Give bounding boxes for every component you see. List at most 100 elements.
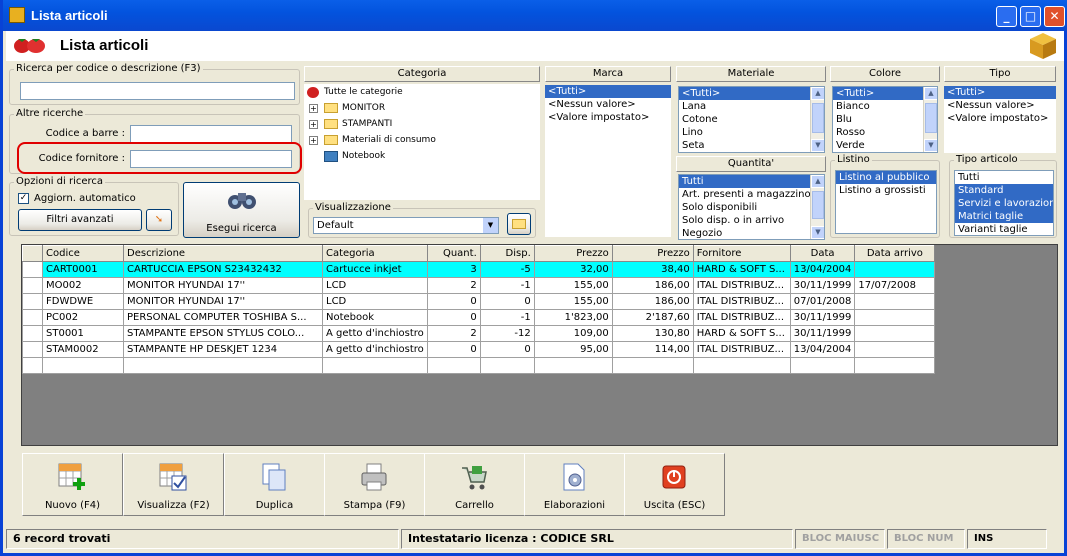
list-item[interactable]: Seta	[679, 139, 824, 152]
cell: ITAL DISTRIBUZ...	[692, 341, 791, 358]
scrollbar[interactable]: ▲ ▼	[810, 175, 824, 239]
list-item[interactable]: Cotone	[679, 113, 824, 126]
list-item[interactable]: Matrici taglie	[955, 210, 1053, 223]
view-button[interactable]: Visualizza (F2)	[123, 453, 224, 516]
list-item[interactable]: Varianti taglie	[955, 223, 1053, 235]
column-header[interactable]: Data	[789, 245, 856, 262]
cell: 0	[426, 309, 481, 326]
tree-item-all[interactable]: Tutte le categorie	[304, 84, 540, 100]
processing-button[interactable]: Elaborazioni	[524, 453, 625, 516]
chevron-down-icon[interactable]: ▼	[483, 218, 498, 233]
tree-item-monitor[interactable]: + MONITOR	[304, 100, 540, 116]
list-item[interactable]: Solo disponibili	[679, 201, 824, 214]
list-item[interactable]: Art. presenti a magazzino	[679, 188, 824, 201]
row-indicator[interactable]	[22, 341, 43, 358]
table-row[interactable]: MO002 MONITOR HYUNDAI 17'' LCD 2 -1 155,00 186…	[22, 277, 936, 294]
column-header[interactable]: Prezzo	[533, 245, 613, 262]
list-item[interactable]: <Nessun valore>	[944, 99, 1056, 112]
minimize-button[interactable]: _	[996, 6, 1017, 27]
row-indicator[interactable]	[22, 325, 43, 342]
list-item[interactable]: <Tutti>	[833, 87, 937, 100]
list-item[interactable]: Solo disp. o in arrivo	[679, 214, 824, 227]
cart-button[interactable]: Carrello	[424, 453, 525, 516]
maximize-button[interactable]: □	[1020, 6, 1041, 27]
list-item[interactable]: <Valore impostato>	[545, 111, 671, 124]
cell	[854, 325, 936, 342]
column-header[interactable]: Descrizione	[123, 245, 323, 262]
open-folder-button[interactable]	[507, 213, 531, 235]
cell: 3	[426, 261, 481, 278]
article-type-list[interactable]: Tutti Standard Servizi e lavorazioni Mat…	[954, 170, 1054, 236]
search-options-group: Opzioni di ricerca ✓ Aggiorn. automatico…	[9, 176, 179, 236]
articles-grid[interactable]: Codice Descrizione Categoria Quant. Disp…	[21, 244, 1058, 446]
list-item[interactable]: Servizi e lavorazioni	[955, 197, 1053, 210]
row-indicator[interactable]	[22, 293, 43, 310]
view-button-label: Visualizza (F2)	[137, 500, 210, 511]
table-row[interactable]: ST0001 STAMPANTE EPSON STYLUS COLO... A ge…	[22, 325, 936, 342]
column-header[interactable]: Prezzo	[611, 245, 694, 262]
table-row[interactable]: PC002 PERSONAL COMPUTER TOSHIBA S... Noteb…	[22, 309, 936, 326]
list-item[interactable]: <Nessun valore>	[545, 98, 671, 111]
list-item[interactable]: Blu	[833, 113, 937, 126]
list-item[interactable]: Bianco	[833, 100, 937, 113]
column-header[interactable]: Quant.	[426, 245, 481, 262]
quantity-list[interactable]: Tutti Art. presenti a magazzino Solo dis…	[678, 174, 825, 240]
row-indicator[interactable]	[22, 261, 43, 278]
price-list-legend: Listino	[835, 154, 872, 165]
view-select[interactable]: Default ▼	[313, 217, 499, 234]
color-header: Colore	[830, 66, 940, 82]
list-item[interactable]: Lana	[679, 100, 824, 113]
close-button[interactable]: ✕	[1044, 6, 1065, 27]
row-indicator[interactable]	[22, 309, 43, 326]
barcode-input[interactable]	[130, 125, 292, 143]
scrollbar[interactable]: ▲ ▼	[810, 87, 824, 152]
price-list[interactable]: Listino al pubblico Listino a grossisti	[835, 170, 937, 234]
tree-item-consumo[interactable]: + Materiali di consumo	[304, 132, 540, 148]
advanced-filters-button[interactable]: Filtri avanzati	[18, 209, 142, 231]
expand-icon[interactable]: +	[309, 120, 318, 129]
table-row[interactable]: CART0001 CARTUCCIA EPSON S23432432 Cartucc…	[22, 261, 936, 278]
list-item[interactable]: Standard	[955, 184, 1053, 197]
list-item[interactable]: Tutti	[955, 171, 1053, 184]
list-item[interactable]: Listino al pubblico	[836, 171, 936, 184]
table-row-empty[interactable]	[22, 357, 936, 374]
print-button[interactable]: Stampa (F9)	[324, 453, 425, 516]
list-item[interactable]: Tutti	[679, 175, 824, 188]
list-item[interactable]: Negozio	[679, 227, 824, 239]
column-header[interactable]: Categoria	[322, 245, 428, 262]
table-row[interactable]: FDWDWE MONITOR HYUNDAI 17'' LCD 0 0 155,00 186…	[22, 293, 936, 310]
type-list[interactable]: <Tutti> <Nessun valore> <Valore impostat…	[944, 86, 1056, 153]
column-header[interactable]: Codice	[42, 245, 124, 262]
column-header[interactable]: Fornitore	[692, 245, 791, 262]
list-item[interactable]: Listino a grossisti	[836, 184, 936, 197]
filter-arrow-button[interactable]: ➘	[146, 209, 172, 231]
cell: Cartucce inkjet	[322, 261, 428, 278]
new-button[interactable]: Nuovo (F4)	[22, 453, 123, 516]
list-item[interactable]: <Tutti>	[679, 87, 824, 100]
color-list[interactable]: <Tutti> Bianco Blu Rosso Verde ▲ ▼	[832, 86, 938, 153]
expand-icon[interactable]: +	[309, 104, 318, 113]
row-indicator[interactable]	[22, 277, 43, 294]
scrollbar[interactable]: ▲ ▼	[923, 87, 937, 152]
list-item[interactable]: <Valore impostato>	[944, 112, 1056, 125]
exit-button[interactable]: Uscita (ESC)	[624, 453, 725, 516]
list-item[interactable]: Rosso	[833, 126, 937, 139]
material-list[interactable]: <Tutti> Lana Cotone Lino Seta ▲ ▼	[678, 86, 825, 153]
list-item[interactable]: <Tutti>	[545, 85, 671, 98]
search-input[interactable]	[20, 82, 295, 100]
tree-item-notebook[interactable]: Notebook	[304, 148, 540, 164]
run-search-button[interactable]: Esegui ricerca	[183, 182, 300, 238]
column-header[interactable]: Disp.	[479, 245, 535, 262]
column-header[interactable]: Data arrivo	[854, 245, 936, 262]
duplicate-icon	[262, 463, 286, 491]
tree-item-stampanti[interactable]: + STAMPANTI	[304, 116, 540, 132]
expand-icon[interactable]: +	[309, 136, 318, 145]
category-tree[interactable]: Tutte le categorie + MONITOR + STAMPANTI +…	[304, 84, 540, 200]
duplicate-button[interactable]: Duplica	[224, 453, 325, 516]
list-item[interactable]: Lino	[679, 126, 824, 139]
table-row[interactable]: STAM0002 STAMPANTE HP DESKJET 1234 A getto…	[22, 341, 936, 358]
list-item[interactable]: Verde	[833, 139, 937, 152]
list-item[interactable]: <Tutti>	[944, 86, 1056, 99]
brand-list[interactable]: <Tutti> <Nessun valore> <Valore impostat…	[545, 85, 671, 237]
auto-update-checkbox[interactable]: ✓	[18, 193, 29, 204]
